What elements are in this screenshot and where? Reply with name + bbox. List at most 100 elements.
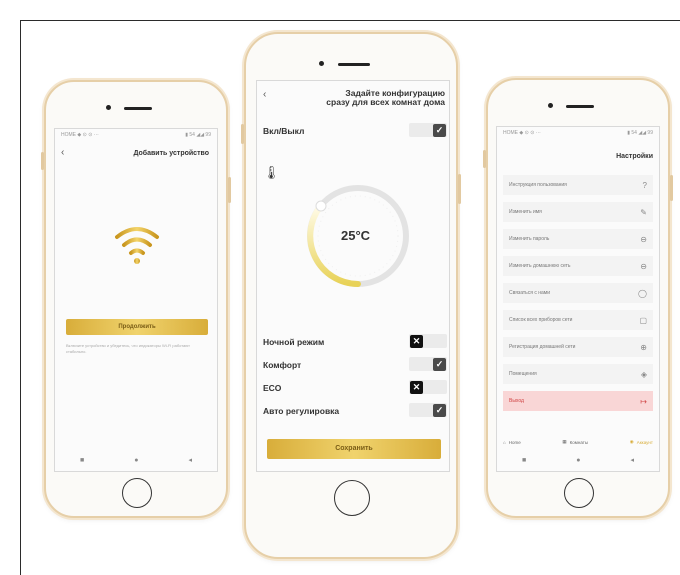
back-arrow-icon[interactable]: ‹ (61, 147, 64, 158)
settings-item-change-name[interactable]: Изменить имя ✎ (503, 202, 653, 222)
lock-icon: ⊖ (640, 234, 647, 244)
option-night-label: Ночной режим (263, 337, 325, 347)
system-nav-bar: ■ ● ◂ (55, 449, 217, 471)
front-camera (319, 61, 324, 66)
front-camera (106, 105, 111, 110)
settings-item-label: Инструкция пользования (509, 182, 567, 188)
settings-item-label: Изменить пароль (509, 236, 550, 242)
check-icon: ✓ (433, 357, 446, 371)
logout-icon: ↦ (640, 396, 647, 406)
wifi-icon (115, 227, 159, 264)
back-nav-icon[interactable]: ◂ (188, 456, 192, 464)
pencil-icon: ✎ (640, 207, 647, 217)
status-left: НОМЕ ◆ ⊙ ⊙ ··· (503, 130, 541, 136)
check-icon: ✓ (433, 403, 446, 417)
home-icon: ⌂ (503, 439, 506, 445)
page-title: Задайте конфигурацию сразу для всех комн… (326, 89, 445, 107)
home-nav-icon[interactable]: ● (134, 457, 138, 464)
comfort-toggle[interactable]: ✓ (409, 357, 447, 371)
volume-button (41, 152, 44, 170)
option-auto-label: Авто регулировка (263, 406, 340, 416)
x-icon: ✕ (410, 334, 423, 348)
frame-top-border (20, 20, 680, 21)
status-right: ▮ 54 ◢◢ 99 (627, 130, 653, 136)
settings-item-devices-list[interactable]: Список всех приборов сети ▢ (503, 310, 653, 330)
recent-apps-icon[interactable]: ■ (80, 457, 84, 464)
system-nav-bar: ■ ● ◂ (497, 449, 659, 471)
settings-item-register-network[interactable]: Регистрация домашней сети ⊕ (503, 337, 653, 357)
page-title: Добавить устройство (133, 150, 209, 157)
screen: НОМЕ ◆ ⊙ ⊙ ··· ▮ 54 ◢◢ 99 Настройки Инст… (496, 126, 660, 472)
status-right: ▮ 54 ◢◢ 99 (185, 132, 211, 138)
screen: НОМЕ ◆ ⊙ ⊙ ··· ▮ 54 ◢◢ 99 ‹ Добавить уст… (54, 128, 218, 472)
power-button (458, 174, 461, 204)
settings-item-label: Связаться с нами (509, 290, 551, 296)
auto-regulation-toggle[interactable]: ✓ (409, 403, 447, 417)
volume-button (241, 124, 244, 144)
frame-left-border (20, 20, 21, 575)
page-title: Настройки (616, 153, 653, 160)
home-nav-icon[interactable]: ● (576, 457, 580, 464)
speaker-grille (338, 63, 370, 66)
eco-toggle[interactable]: ✕ (409, 380, 447, 394)
account-icon: ◉ (629, 439, 634, 444)
recent-apps-icon[interactable]: ■ (522, 457, 526, 464)
status-left: НОМЕ ◆ ⊙ ⊙ ··· (61, 132, 99, 138)
settings-item-contact[interactable]: Связаться с нами ◯ (503, 283, 653, 303)
tab-rooms[interactable]: ▦ Комнаты (562, 439, 588, 445)
settings-item-label: Помещения (509, 371, 537, 377)
home-button[interactable] (564, 478, 594, 508)
settings-item-label: Изменить домашнюю сеть (509, 263, 571, 269)
power-toggle[interactable]: ✓ (409, 123, 447, 137)
title-line-2: сразу для всех комнат дома (326, 97, 445, 107)
question-icon: ? (642, 180, 647, 190)
rooms-icon: ▦ (562, 439, 567, 444)
back-nav-icon[interactable]: ◂ (630, 456, 634, 464)
settings-item-change-password[interactable]: Изменить пароль ⊖ (503, 229, 653, 249)
bottom-tabbar: ⌂ Home ▦ Комнаты ◉ Аккаунт (503, 435, 653, 449)
device-icon: ▢ (639, 315, 647, 325)
settings-item-instructions[interactable]: Инструкция пользования? (503, 175, 653, 195)
back-arrow-icon[interactable]: ‹ (263, 89, 266, 100)
tab-home[interactable]: ⌂ Home (503, 440, 521, 445)
phone-configuration: ‹ Задайте конфигурацию сразу для всех ко… (241, 32, 461, 559)
tab-label: Аккаунт (636, 439, 653, 445)
settings-list: Инструкция пользования? Изменить имя ✎ Из… (503, 175, 653, 418)
network-lock-icon: ⊖ (640, 261, 647, 271)
status-bar: НОМЕ ◆ ⊙ ⊙ ··· ▮ 54 ◢◢ 99 (497, 127, 659, 139)
option-comfort-label: Комфорт (263, 360, 302, 370)
settings-item-exit[interactable]: Выход ↦ (503, 391, 653, 411)
hint-text: Включите устройство и убедитесь, что инд… (66, 343, 191, 354)
night-mode-toggle[interactable]: ✕ (409, 334, 447, 348)
save-button[interactable]: Сохранить (267, 439, 441, 459)
network-icon: ⊕ (640, 342, 647, 352)
option-eco-label: ECO (263, 383, 282, 393)
thermometer-icon: 🌡 (263, 165, 280, 180)
chat-icon: ◯ (638, 288, 647, 298)
settings-item-change-network[interactable]: Изменить домашнюю сеть ⊖ (503, 256, 653, 276)
screen: ‹ Задайте конфигурацию сразу для всех ко… (256, 80, 450, 472)
tab-label: Комнаты (569, 439, 589, 445)
tab-label: Home (508, 439, 521, 445)
power-label: Вкл/Выкл (263, 126, 305, 136)
phone-settings: НОМЕ ◆ ⊙ ⊙ ··· ▮ 54 ◢◢ 99 Настройки Инст… (483, 78, 673, 518)
phone-add-device: НОМЕ ◆ ⊙ ⊙ ··· ▮ 54 ◢◢ 99 ‹ Добавить уст… (41, 80, 231, 518)
settings-item-label: Изменить имя (509, 209, 542, 215)
front-camera (548, 103, 553, 108)
home-button[interactable] (122, 478, 152, 508)
speaker-grille (124, 107, 152, 110)
x-icon: ✕ (410, 380, 423, 394)
continue-button[interactable]: Продолжить (66, 319, 208, 335)
check-icon: ✓ (433, 123, 446, 137)
settings-item-rooms[interactable]: Помещения ◈ (503, 364, 653, 384)
speaker-grille (566, 105, 594, 108)
status-bar: НОМЕ ◆ ⊙ ⊙ ··· ▮ 54 ◢◢ 99 (55, 129, 217, 141)
temperature-value: 25°C (341, 228, 371, 243)
home-button[interactable] (334, 480, 370, 516)
power-button (670, 175, 673, 201)
layers-icon: ◈ (640, 369, 647, 379)
settings-item-label: Регистрация домашней сети (509, 344, 576, 350)
tab-account[interactable]: ◉ Аккаунт (630, 439, 653, 445)
power-button (228, 177, 231, 203)
settings-item-label: Выход (509, 398, 524, 404)
